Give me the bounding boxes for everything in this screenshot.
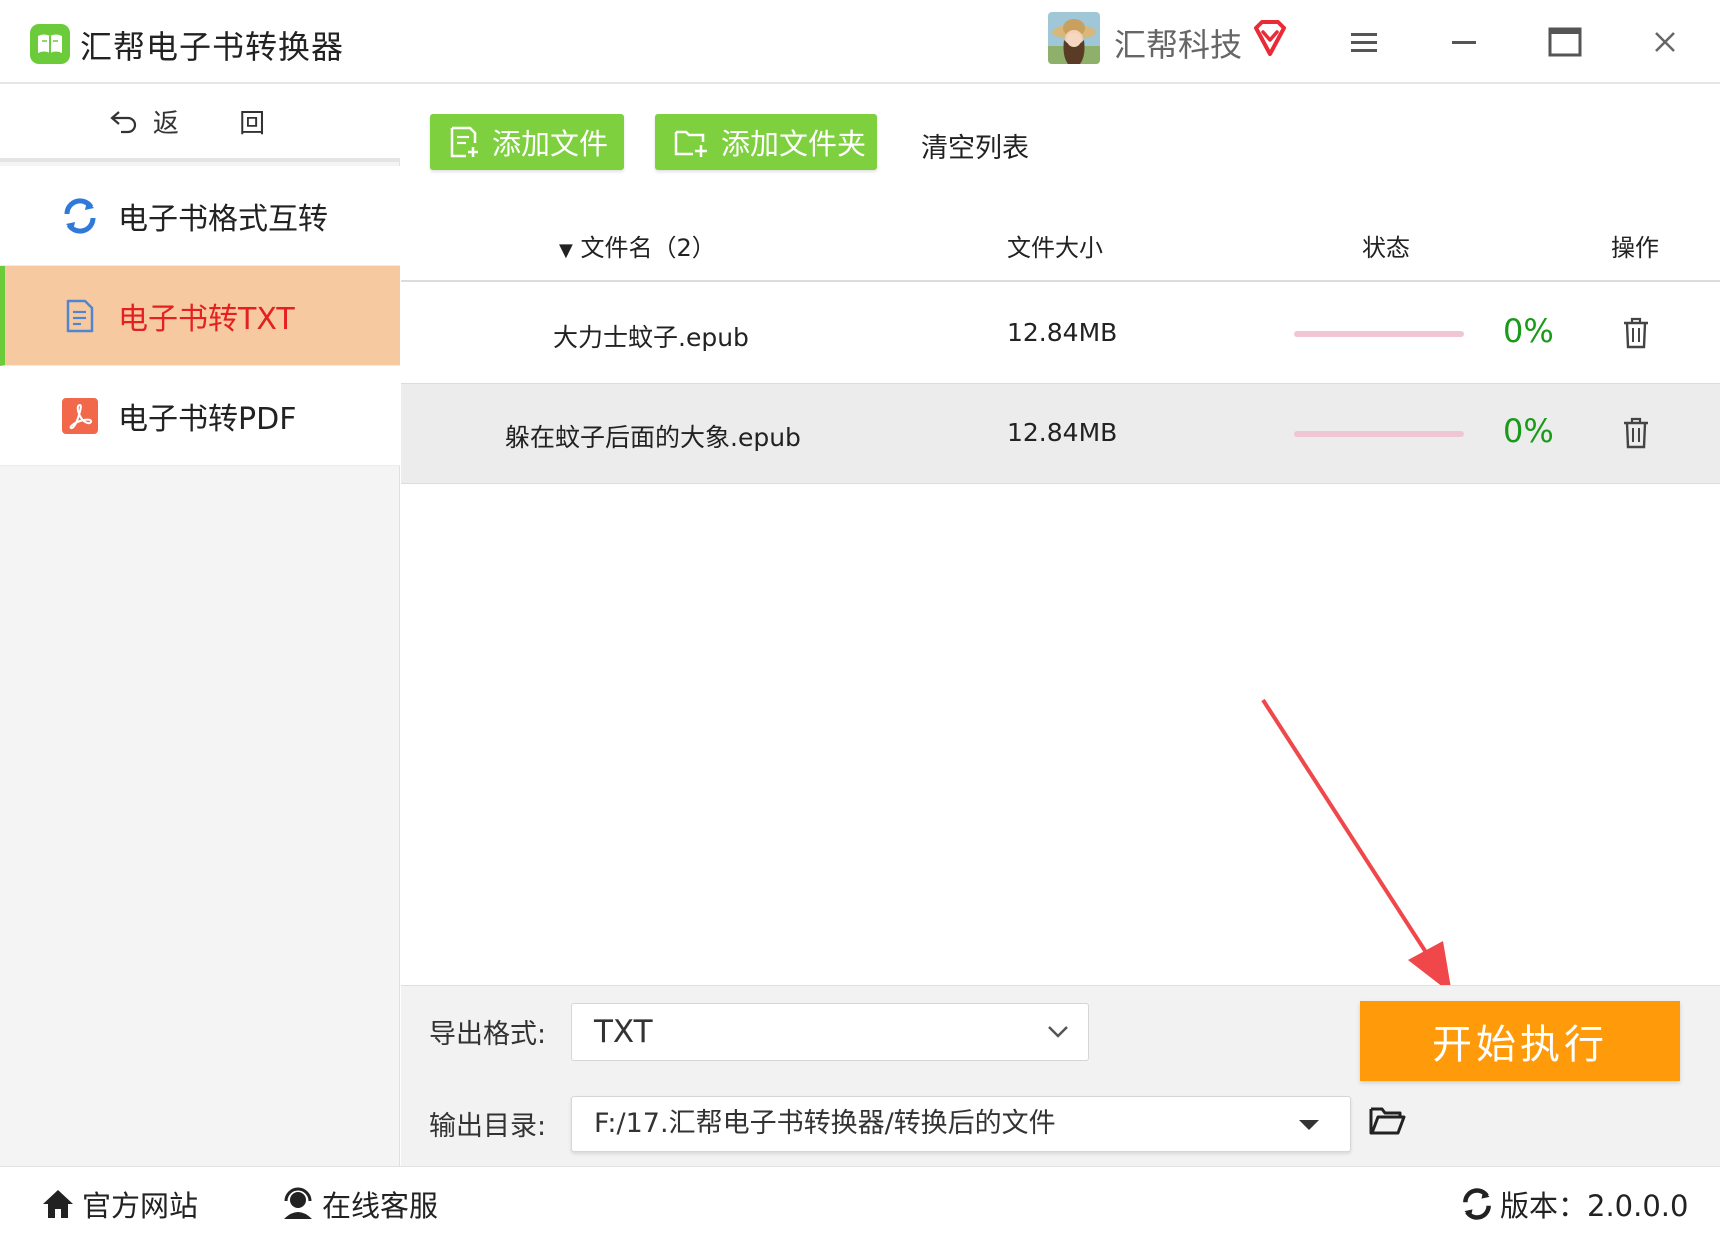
- output-dir-label: 输出目录:: [429, 1111, 547, 1142]
- version-label: 版本：2.0.0.0: [1500, 1189, 1689, 1223]
- user-name[interactable]: 汇帮科技: [1114, 20, 1242, 66]
- maximize-icon[interactable]: [1540, 20, 1590, 64]
- caret-down-icon: [1299, 1120, 1319, 1130]
- vip-diamond-icon[interactable]: [1250, 18, 1290, 58]
- sidebar-item-label: 电子书格式互转: [118, 201, 328, 237]
- headset-icon: [284, 1187, 312, 1219]
- sidebar-item-to-txt[interactable]: 电子书转TXT: [0, 266, 400, 366]
- main-panel: 添加文件 添加文件夹 清空列表 ▼ 文件名（2） 文件大小 状态 操作 大力士蚊…: [401, 84, 1720, 1166]
- version-info[interactable]: 版本：2.0.0.0: [1460, 1183, 1688, 1225]
- back-label: 返 回: [152, 108, 292, 139]
- app-title: 汇帮电子书转换器: [80, 28, 345, 66]
- online-support-link[interactable]: 在线客服: [280, 1183, 438, 1225]
- sidebar-item-format-convert[interactable]: 电子书格式互转: [0, 166, 400, 266]
- folder-open-icon[interactable]: [1368, 1103, 1408, 1139]
- output-dir-select[interactable]: F:/17.汇帮电子书转换器/转换后的文件: [571, 1096, 1351, 1152]
- document-icon: [60, 296, 100, 336]
- status-bar: 官方网站 在线客服 版本：2.0.0.0: [0, 1166, 1720, 1234]
- back-button[interactable]: 返 回: [0, 84, 400, 162]
- sidebar-item-label: 电子书转TXT: [118, 301, 295, 337]
- sidebar-item-to-pdf[interactable]: 电子书转PDF: [0, 366, 400, 466]
- website-label: 官方网站: [82, 1189, 199, 1223]
- back-arrow-icon: [110, 111, 136, 134]
- export-panel: 导出格式: TXT 输出目录: F:/17.汇帮电子书转换器/转换后的文件 开始…: [401, 985, 1720, 1166]
- sidebar-item-label: 电子书转PDF: [118, 401, 297, 437]
- format-value: TXT: [594, 1014, 653, 1050]
- menu-icon[interactable]: [1340, 20, 1390, 64]
- pdf-icon: [60, 396, 100, 436]
- title-bar: 汇帮电子书转换器 汇帮科技: [0, 0, 1720, 84]
- official-website-link[interactable]: 官方网站: [40, 1183, 198, 1225]
- format-select[interactable]: TXT: [571, 1003, 1089, 1061]
- output-dir-value: F:/17.汇帮电子书转换器/转换后的文件: [594, 1108, 1056, 1139]
- start-button[interactable]: 开始执行: [1360, 1001, 1680, 1081]
- user-avatar[interactable]: [1048, 12, 1100, 64]
- chevron-down-icon: [1048, 1026, 1068, 1038]
- home-icon: [43, 1190, 73, 1218]
- sidebar: 返 回 电子书格式互转 电子书转TXT 电子书转PDF: [0, 84, 400, 1166]
- format-label: 导出格式:: [429, 1019, 547, 1050]
- support-label: 在线客服: [322, 1189, 439, 1223]
- refresh-icon: [60, 196, 100, 236]
- app-logo-icon: [30, 24, 70, 64]
- minimize-icon[interactable]: [1440, 20, 1490, 64]
- refresh-icon: [1463, 1188, 1491, 1220]
- close-icon[interactable]: [1640, 20, 1690, 64]
